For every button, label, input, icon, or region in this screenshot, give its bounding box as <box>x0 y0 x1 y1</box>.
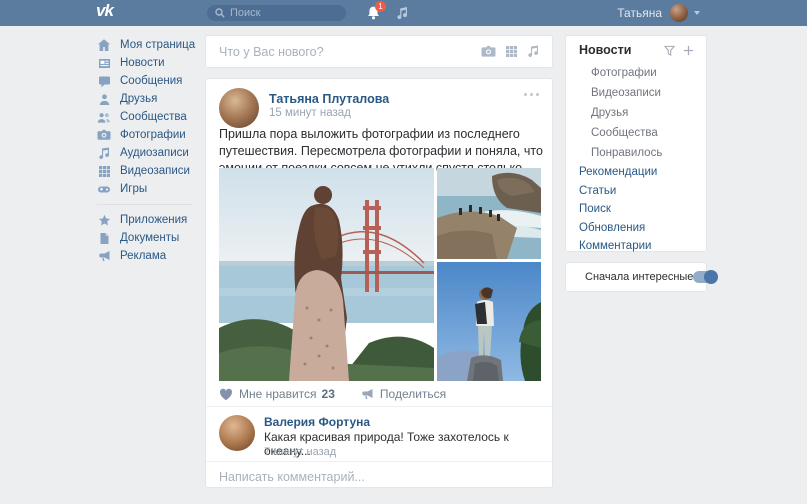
vk-logo[interactable]: vk <box>96 1 113 21</box>
sidebar-item-news[interactable]: Новости <box>97 54 202 72</box>
news-panel: Новости Фотографии Видеозаписи Друзья Со… <box>565 35 707 252</box>
search-box[interactable] <box>207 5 346 21</box>
comment-author-avatar[interactable] <box>219 415 255 451</box>
post-timestamp: 15 минут назад <box>269 107 351 119</box>
sidebar-item-apps[interactable]: Приложения <box>97 211 202 229</box>
composer-attachments <box>481 45 539 58</box>
sidebar-item-photos[interactable]: Фотографии <box>97 126 202 144</box>
vk-app: vk 1 Татьяна Моя страница Новости <box>0 0 807 504</box>
news-title[interactable]: Новости <box>579 43 656 57</box>
comment-timestamp: 7 минут назад <box>264 446 336 458</box>
post-photo-backpack[interactable] <box>437 262 541 381</box>
post-author-avatar[interactable] <box>219 88 259 128</box>
search-icon <box>215 8 225 18</box>
news-panel-header: Новости <box>566 43 706 63</box>
post-photo-bridge[interactable] <box>219 168 434 381</box>
news-filter-liked[interactable]: Понравилось <box>566 143 706 163</box>
share-button[interactable]: Поделиться <box>361 387 446 401</box>
left-sidebar: Моя страница Новости Сообщения Друзья Со… <box>97 36 202 265</box>
megaphone-icon <box>97 249 111 263</box>
messages-icon <box>97 74 111 88</box>
news-section-recommendations[interactable]: Рекомендации <box>566 163 706 182</box>
sidebar-item-games[interactable]: Игры <box>97 180 202 198</box>
groups-icon <box>97 110 111 124</box>
plus-icon[interactable] <box>683 45 694 56</box>
filter-icon[interactable] <box>664 45 675 56</box>
comment-input[interactable]: Написать комментарий... <box>219 470 365 484</box>
divider <box>206 406 554 407</box>
camera-icon <box>97 128 111 142</box>
news-section-updates[interactable]: Обновления <box>566 219 706 238</box>
news-section-comments[interactable]: Комментарии <box>566 237 706 256</box>
search-input[interactable] <box>230 7 330 19</box>
sidebar-item-videos[interactable]: Видеозаписи <box>97 162 202 180</box>
home-icon <box>97 38 111 52</box>
sidebar-item-friends[interactable]: Друзья <box>97 90 202 108</box>
interesting-first-card: Сначала интересные <box>565 262 707 292</box>
heart-icon <box>219 388 233 401</box>
interesting-first-label: Сначала интересные <box>585 271 693 283</box>
sidebar-item-messages[interactable]: Сообщения <box>97 72 202 90</box>
music-icon <box>396 6 409 20</box>
sidebar-item-my-page[interactable]: Моя страница <box>97 36 202 54</box>
news-section-search[interactable]: Поиск <box>566 200 706 219</box>
comment-author-name[interactable]: Валерия Фортуна <box>264 415 370 429</box>
music-button[interactable] <box>396 6 409 25</box>
news-icon <box>97 56 111 70</box>
user-name: Татьяна <box>617 6 662 20</box>
user-menu[interactable]: Татьяна <box>617 0 700 26</box>
sidebar-item-communities[interactable]: Сообщества <box>97 108 202 126</box>
top-bar: vk 1 Татьяна <box>0 0 807 26</box>
news-filter-videos[interactable]: Видеозаписи <box>566 83 706 103</box>
post-photo-coast[interactable] <box>437 168 541 259</box>
friends-icon <box>97 92 111 106</box>
document-icon <box>97 231 111 245</box>
gamepad-icon <box>97 182 111 196</box>
news-section-articles[interactable]: Статьи <box>566 182 706 201</box>
music-note-icon <box>97 146 111 160</box>
post-options-icon[interactable] <box>524 93 539 96</box>
star-icon <box>97 213 111 227</box>
camera-icon[interactable] <box>481 45 496 58</box>
like-label: Мне нравится <box>239 387 317 401</box>
notifications-button[interactable]: 1 <box>366 5 381 26</box>
video-grid-icon[interactable] <box>505 45 518 58</box>
post-actions: Мне нравится 23 Поделиться <box>219 387 446 401</box>
menu-divider <box>97 204 193 205</box>
divider <box>206 461 554 462</box>
interesting-first-toggle[interactable] <box>693 271 717 283</box>
like-button[interactable]: Мне нравится 23 <box>219 387 335 401</box>
sidebar-item-documents[interactable]: Документы <box>97 229 202 247</box>
post-composer[interactable]: Что у Вас нового? <box>205 35 553 68</box>
news-filter-photos[interactable]: Фотографии <box>566 63 706 83</box>
notification-badge: 1 <box>375 1 386 12</box>
news-filter-friends[interactable]: Друзья <box>566 103 706 123</box>
share-label: Поделиться <box>380 387 446 401</box>
composer-placeholder[interactable]: Что у Вас нового? <box>219 45 481 59</box>
chevron-down-icon <box>694 11 700 15</box>
sidebar-item-audio[interactable]: Аудиозаписи <box>97 144 202 162</box>
sidebar-item-ads[interactable]: Реклама <box>97 247 202 265</box>
like-count: 23 <box>322 387 335 401</box>
avatar <box>670 4 688 22</box>
post-author-name[interactable]: Татьяна Плуталова <box>269 92 389 106</box>
news-filter-communities[interactable]: Сообщества <box>566 123 706 143</box>
feed-post: Татьяна Плуталова 15 минут назад Пришла … <box>205 78 553 488</box>
music-note-icon[interactable] <box>527 45 539 58</box>
video-grid-icon <box>97 164 111 178</box>
post-photo-grid <box>219 168 541 381</box>
share-megaphone-icon <box>361 388 374 400</box>
